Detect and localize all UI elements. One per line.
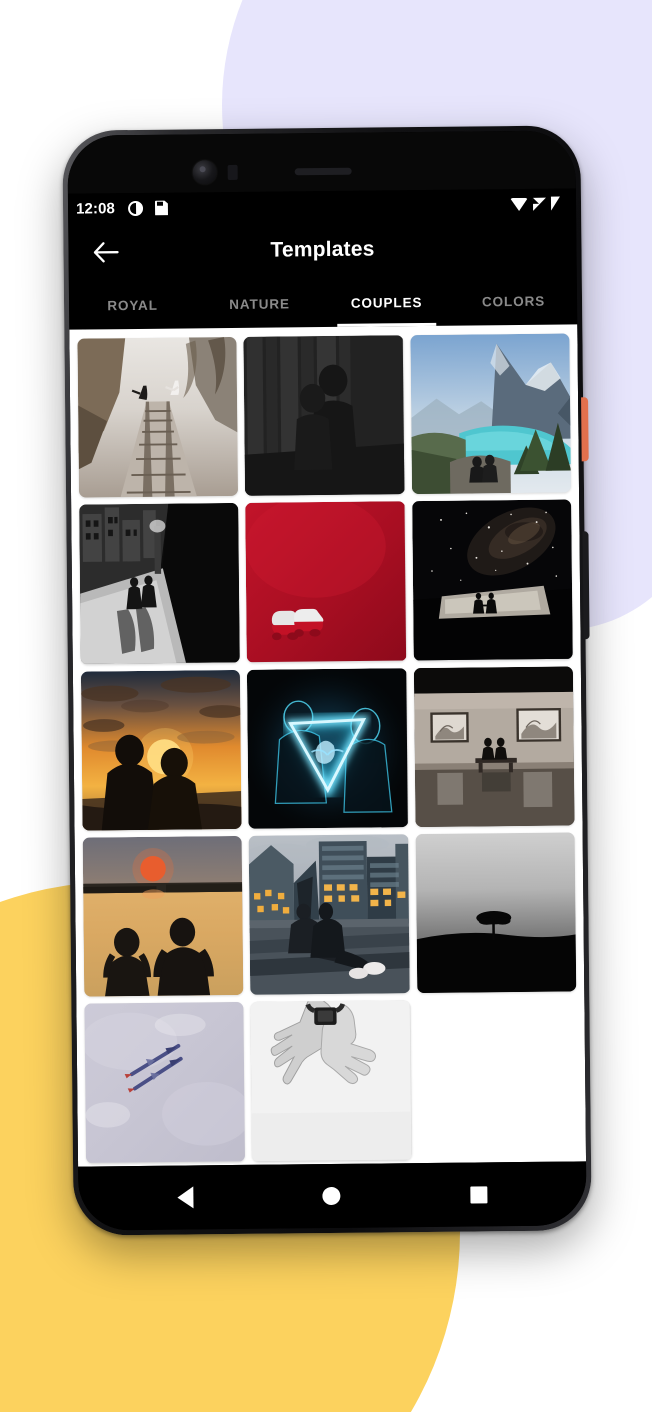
template-thumbnail [245,501,407,663]
template-card-street-shadows-couple[interactable] [79,503,241,665]
tab-colors[interactable]: COLORS [450,276,577,325]
phone-top-hardware [67,130,576,194]
template-card-art-gallery-couple[interactable] [413,666,575,828]
template-thumbnail [415,832,577,994]
proximity-sensor-icon [227,164,238,181]
power-button[interactable] [581,397,589,462]
battery-icon [550,196,561,211]
status-bar-right-icons [509,196,561,212]
template-thumbnail [250,1000,412,1162]
template-thumbnail [248,834,410,996]
template-card-curtain-silhouette-couple[interactable] [243,335,405,497]
template-list [69,324,587,1167]
template-card-city-waterfront-couple[interactable] [248,834,410,996]
template-card-mountain-lake-couple[interactable] [410,333,572,495]
sd-card-icon [155,200,168,215]
android-navigation-bar [78,1161,587,1231]
template-card-red-background-shoes[interactable] [245,501,407,663]
template-thumbnail [80,669,242,831]
tab-nature-label: NATURE [229,295,290,312]
template-thumbnail [410,333,572,495]
earpiece-speaker-icon [294,167,352,176]
template-grid-empty-slot [417,999,578,1160]
template-card-jets-in-sky[interactable] [84,1002,246,1164]
template-thumbnail [411,499,573,661]
volume-button[interactable] [582,531,590,640]
template-thumbnail [79,503,241,665]
cellular-signal-icon [532,197,547,211]
app-bar: Templates [68,218,577,282]
template-card-neon-triangle-couple[interactable] [247,667,409,829]
phone-screen: 12:08 Templates ROYAL NATURE COUPLES COL… [67,130,587,1231]
nav-home-button[interactable] [322,1186,341,1206]
template-card-lone-tree-minimal[interactable] [415,832,577,994]
template-thumbnail [84,1002,246,1164]
template-thumbnail [77,336,239,498]
wifi-icon [509,197,529,211]
template-thumbnail [247,667,409,829]
front-camera-icon [192,160,217,185]
arrow-left-icon [93,242,119,263]
template-card-sunset-beach-couple[interactable] [80,669,242,831]
status-bar-left-icons [127,200,168,216]
tab-royal[interactable]: ROYAL [69,280,196,329]
do-not-disturb-icon [127,200,143,216]
template-thumbnail [243,335,405,497]
tab-bar: ROYAL NATURE COUPLES COLORS [68,276,578,330]
template-card-lake-sunset-couple[interactable] [82,835,244,997]
tab-couples[interactable]: COUPLES [323,278,450,327]
status-bar-time: 12:08 [75,199,116,218]
tab-nature[interactable]: NATURE [196,279,323,328]
tab-couples-label: COUPLES [350,294,423,311]
template-card-night-sky-couple[interactable] [411,499,573,661]
template-thumbnail [413,666,575,828]
nav-recents-button[interactable] [470,1185,488,1204]
phone-mockup: 12:08 Templates ROYAL NATURE COUPLES COL… [62,125,592,1236]
nav-back-button[interactable] [177,1186,194,1209]
back-button[interactable] [78,225,133,280]
template-thumbnail [82,835,244,997]
page-title: Templates [270,237,375,262]
template-grid [77,333,578,1164]
template-card-reaching-hands[interactable] [250,1000,412,1162]
tab-royal-label: ROYAL [107,297,158,313]
template-card-railway-track-couple[interactable] [77,336,239,498]
tab-colors-label: COLORS [481,293,546,309]
